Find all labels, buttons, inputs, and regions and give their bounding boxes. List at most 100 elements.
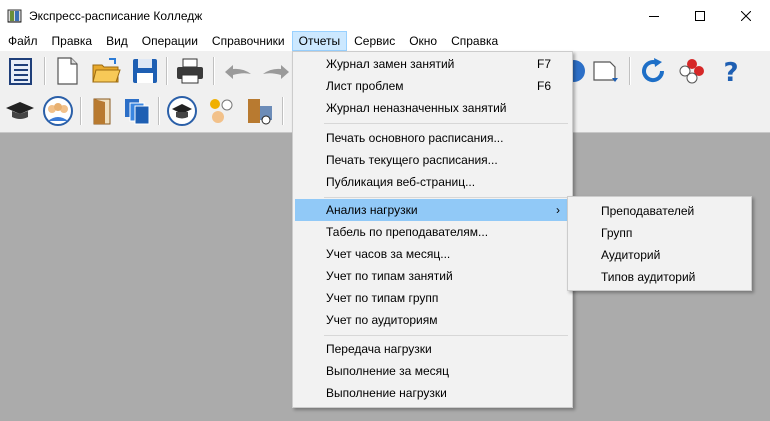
menu-references[interactable]: Справочники bbox=[205, 31, 292, 51]
undo-icon bbox=[225, 65, 251, 79]
menu-item-label: Учет по аудиториям bbox=[326, 313, 438, 327]
menu-operations[interactable]: Операции bbox=[135, 31, 205, 51]
minimize-button[interactable] bbox=[631, 0, 677, 31]
redo-icon bbox=[263, 65, 289, 79]
document-arrow-icon bbox=[593, 61, 618, 82]
new-document-icon bbox=[57, 57, 78, 85]
menu-item-load-analysis[interactable]: Анализ нагрузки › bbox=[295, 199, 570, 221]
submenu-item-groups[interactable]: Групп bbox=[570, 222, 749, 244]
graduation-cap-button[interactable] bbox=[2, 93, 38, 129]
menu-window[interactable]: Окно bbox=[402, 31, 444, 51]
student-circle-icon bbox=[167, 96, 197, 126]
menu-item-monthly-completion[interactable]: Выполнение за месяц bbox=[295, 360, 570, 382]
menu-item-label: Печать основного расписания... bbox=[326, 131, 504, 145]
menu-service[interactable]: Сервис bbox=[347, 31, 402, 51]
print-button[interactable] bbox=[172, 53, 208, 89]
book-icon bbox=[7, 8, 23, 27]
chevron-right-icon: › bbox=[556, 203, 560, 217]
submenu-item-rooms[interactable]: Аудиторий bbox=[570, 244, 749, 266]
schedule-book-button[interactable] bbox=[2, 53, 38, 89]
menu-help[interactable]: Справка bbox=[444, 31, 505, 51]
menu-separator bbox=[324, 335, 568, 336]
save-button[interactable] bbox=[127, 53, 163, 89]
rooms-button[interactable] bbox=[84, 93, 120, 129]
menu-item-publish-web[interactable]: Публикация веб-страниц... bbox=[295, 171, 570, 193]
menu-item-shortcut: F6 bbox=[536, 79, 551, 93]
menu-separator bbox=[324, 197, 568, 198]
menu-item-label: Выполнение за месяц bbox=[326, 364, 449, 378]
menu-item-label: Учет часов за месяц... bbox=[326, 247, 451, 261]
menu-item-label: Табель по преподавателям... bbox=[326, 225, 489, 239]
menu-item-label: Аудиторий bbox=[601, 248, 661, 262]
submenu-item-room-types[interactable]: Типов аудиторий bbox=[570, 266, 749, 288]
floppy-disk-icon bbox=[133, 59, 157, 83]
menu-item-label: Выполнение нагрузки bbox=[326, 386, 447, 400]
refresh-button[interactable] bbox=[635, 53, 671, 89]
load-analysis-submenu: Преподавателей Групп Аудиторий Типов ауд… bbox=[567, 196, 752, 291]
menu-item-unassigned-log[interactable]: Журнал неназначенных занятий bbox=[295, 97, 570, 119]
redo-button[interactable] bbox=[258, 53, 294, 89]
graduation-cap-icon bbox=[6, 102, 34, 119]
staff-icon bbox=[210, 99, 233, 123]
close-button[interactable] bbox=[723, 0, 769, 31]
window-title: Экспресс-расписание Колледж bbox=[29, 9, 203, 23]
people-group-icon bbox=[43, 96, 73, 126]
sports-door-icon bbox=[248, 99, 272, 125]
menu-item-label: Типов аудиторий bbox=[601, 270, 696, 284]
menu-item-print-main[interactable]: Печать основного расписания... bbox=[295, 127, 570, 149]
notebook-icon bbox=[9, 58, 32, 85]
menu-item-label: Публикация веб-страниц... bbox=[326, 175, 476, 189]
refresh-icon bbox=[642, 58, 665, 83]
menu-edit[interactable]: Правка bbox=[45, 31, 100, 51]
maximize-icon bbox=[695, 10, 705, 21]
menu-item-label: Журнал замен занятий bbox=[326, 57, 455, 71]
menu-item-label: Лист проблем bbox=[326, 79, 404, 93]
students-button[interactable] bbox=[164, 93, 200, 129]
staff-button[interactable] bbox=[203, 93, 239, 129]
menu-item-load-completion[interactable]: Выполнение нагрузки bbox=[295, 382, 570, 404]
menu-file[interactable]: Файл bbox=[1, 31, 45, 51]
svg-text:?: ? bbox=[723, 58, 738, 86]
menu-item-teacher-timesheet[interactable]: Табель по преподавателям... bbox=[295, 221, 570, 243]
menu-item-print-current[interactable]: Печать текущего расписания... bbox=[295, 149, 570, 171]
subjects-button[interactable] bbox=[119, 93, 155, 129]
menu-item-load-transfer[interactable]: Передача нагрузки bbox=[295, 338, 570, 360]
minimize-icon bbox=[649, 15, 659, 17]
sports-room-button[interactable] bbox=[242, 93, 278, 129]
menu-item-label: Передача нагрузки bbox=[326, 342, 432, 356]
menu-item-label: Печать текущего расписания... bbox=[326, 153, 498, 167]
menu-view[interactable]: Вид bbox=[99, 31, 135, 51]
menu-item-substitution-log[interactable]: Журнал замен занятий F7 bbox=[295, 53, 570, 75]
new-button[interactable] bbox=[49, 53, 85, 89]
maximize-button[interactable] bbox=[677, 0, 723, 31]
menu-item-label: Анализ нагрузки bbox=[326, 203, 418, 217]
components-button[interactable] bbox=[674, 53, 710, 89]
question-mark-icon: ? bbox=[723, 58, 738, 86]
groups-button[interactable] bbox=[40, 93, 76, 129]
menu-item-by-lesson-type[interactable]: Учет по типам занятий bbox=[295, 265, 570, 287]
menu-reports[interactable]: Отчеты bbox=[291, 31, 348, 51]
menu-item-label: Учет по типам групп bbox=[326, 291, 439, 305]
door-icon bbox=[93, 98, 111, 125]
title-bar: Экспресс-расписание Колледж bbox=[0, 0, 770, 31]
menu-item-label: Учет по типам занятий bbox=[326, 269, 453, 283]
menu-item-monthly-hours[interactable]: Учет часов за месяц... bbox=[295, 243, 570, 265]
document-dropdown-button[interactable] bbox=[588, 53, 624, 89]
menu-separator bbox=[324, 123, 568, 124]
help-button[interactable]: ? bbox=[713, 53, 749, 89]
close-icon bbox=[741, 10, 751, 21]
menu-item-by-group-type[interactable]: Учет по типам групп bbox=[295, 287, 570, 309]
menu-item-label: Журнал неназначенных занятий bbox=[326, 101, 507, 115]
menu-item-shortcut: F7 bbox=[536, 57, 551, 71]
menu-item-by-room[interactable]: Учет по аудиториям bbox=[295, 309, 570, 331]
molecule-icon bbox=[679, 59, 704, 84]
menu-item-problem-list[interactable]: Лист проблем F6 bbox=[295, 75, 570, 97]
menu-item-label: Преподавателей bbox=[601, 204, 695, 218]
menu-item-label: Групп bbox=[601, 226, 633, 240]
undo-button[interactable] bbox=[220, 53, 256, 89]
submenu-item-teachers[interactable]: Преподавателей bbox=[570, 200, 749, 222]
menu-bar: Файл Правка Вид Операции Справочники Отч… bbox=[0, 31, 770, 51]
open-button[interactable] bbox=[88, 53, 124, 89]
reports-menu: Журнал замен занятий F7 Лист проблем F6 … bbox=[292, 51, 573, 408]
open-folder-icon bbox=[92, 58, 121, 83]
